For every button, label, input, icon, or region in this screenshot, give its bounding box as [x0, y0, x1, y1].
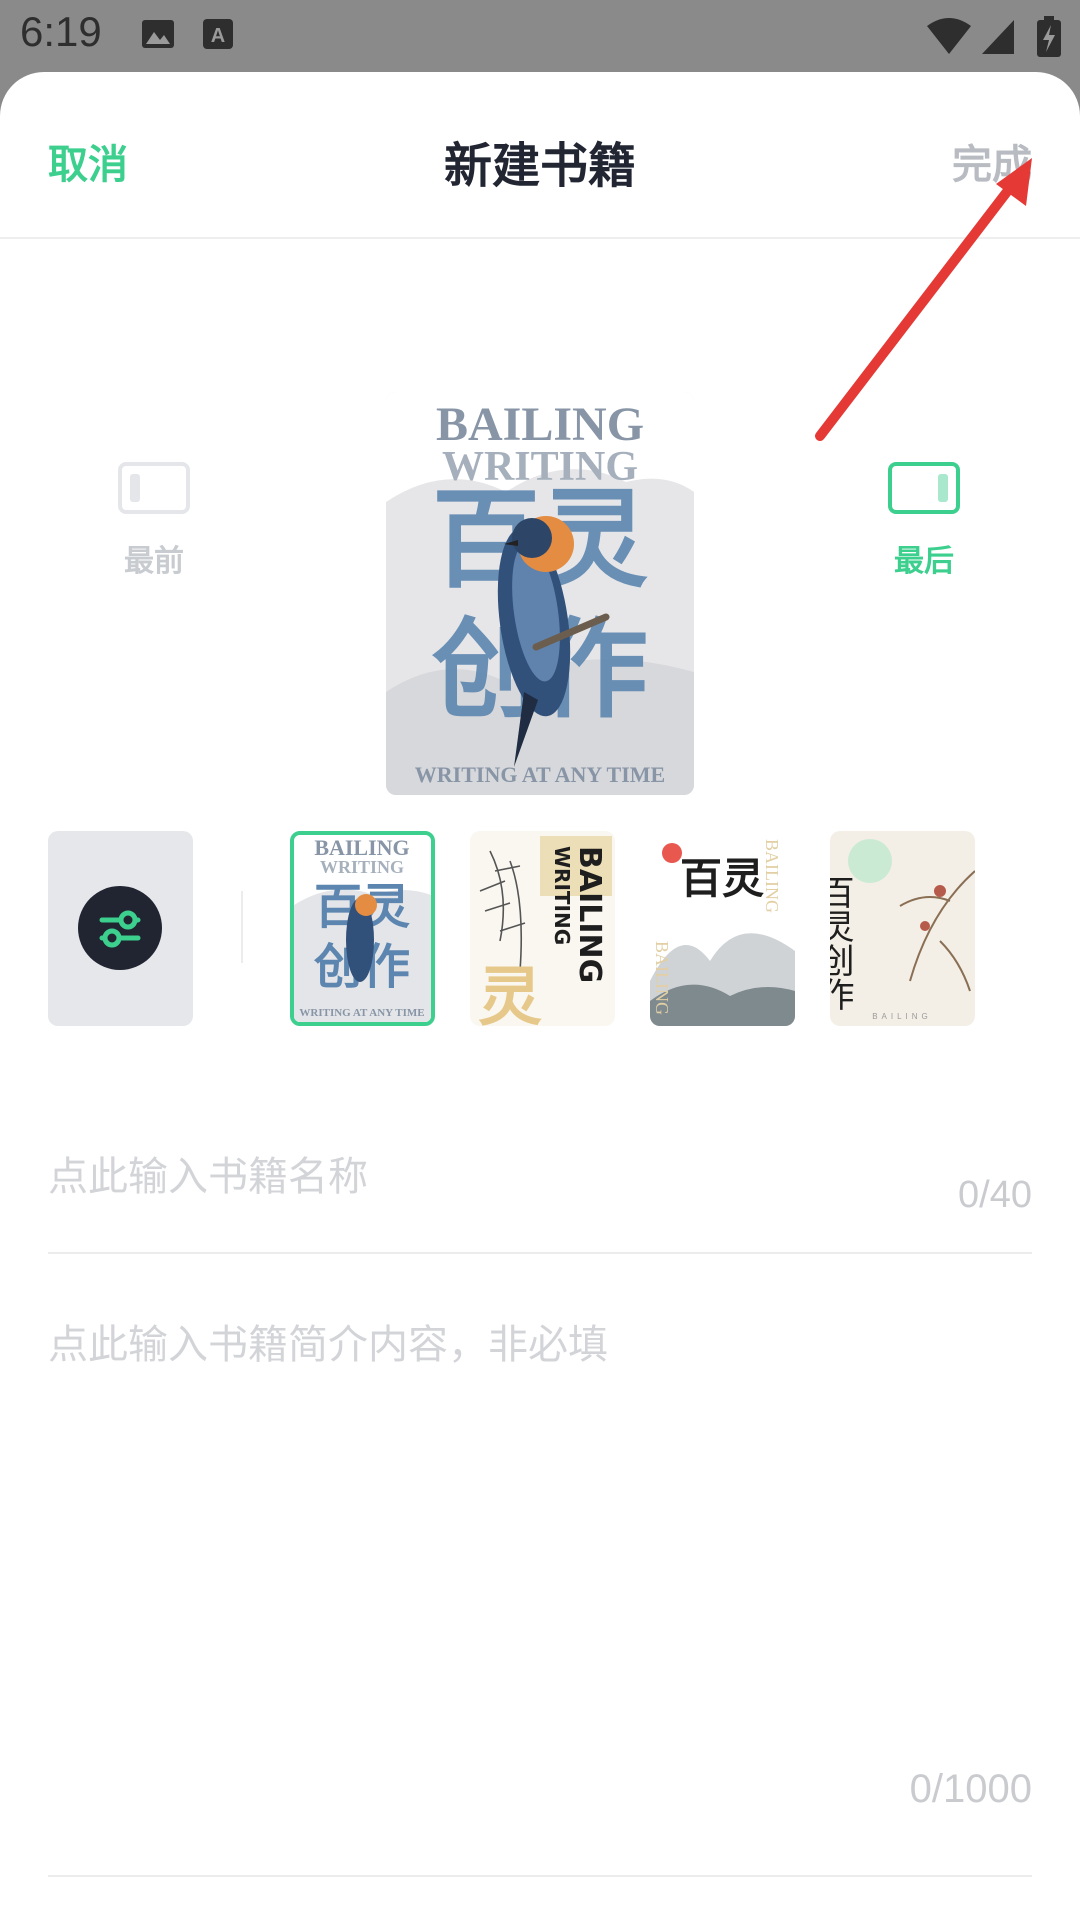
svg-text:BAILING: BAILING: [652, 941, 672, 1015]
svg-text:WRITING: WRITING: [550, 846, 574, 945]
svg-text:BAILING: BAILING: [872, 1012, 932, 1021]
wifi-icon: [927, 18, 971, 54]
book-name-input[interactable]: [48, 1132, 868, 1222]
cover-template-2[interactable]: BAILING WRITING 灵: [470, 831, 615, 1026]
svg-text:A: A: [211, 25, 225, 47]
svg-text:BAILING: BAILING: [762, 839, 782, 913]
image-notification-icon: [142, 20, 174, 48]
cover-template-3[interactable]: 百灵 BAILING BAILING: [650, 831, 795, 1026]
intro-divider: [48, 1875, 1032, 1877]
book-name-row: 0/40: [48, 1132, 1032, 1254]
book-intro-input[interactable]: [48, 1312, 1032, 1912]
cover-bottom-text: WRITING AT ANY TIME: [415, 762, 665, 787]
battery-icon: [1037, 16, 1061, 57]
sliders-icon: [78, 886, 162, 970]
thumb-divider: [241, 891, 243, 963]
svg-text:WRITING AT ANY TIME: WRITING AT ANY TIME: [299, 1007, 424, 1019]
move-first-icon: [118, 462, 190, 514]
cover-preview: BAILING WRITING 百灵 创作 WRITING AT ANY TIM…: [386, 392, 694, 795]
move-first-button[interactable]: 最前: [79, 462, 229, 580]
svg-text:百灵: 百灵: [680, 854, 764, 903]
cover-template-4[interactable]: 百灵创作 BAILING: [830, 831, 975, 1026]
cover-template-2-art: BAILING WRITING 灵: [470, 831, 615, 1026]
cover-template-4-art: 百灵创作 BAILING: [830, 831, 975, 1026]
svg-text:BAILING: BAILING: [572, 846, 607, 983]
book-name-counter: 0/40: [958, 1174, 1032, 1216]
font-notification-icon: A: [203, 19, 233, 49]
cover-template-row: BAILING WRITING 百灵 创作 WRITING AT ANY TIM…: [0, 831, 1080, 1026]
move-last-icon: [888, 462, 960, 514]
cover-settings-button[interactable]: [48, 831, 193, 1026]
svg-text:灵: 灵: [478, 960, 542, 1026]
svg-text:百灵创作: 百灵创作: [830, 875, 854, 1011]
status-time: 6:19: [20, 8, 102, 55]
annotation-arrow: [815, 158, 1032, 441]
move-last-label: 最后: [894, 544, 954, 579]
svg-text:WRITING: WRITING: [320, 857, 404, 877]
move-last-button[interactable]: 最后: [849, 462, 999, 580]
cover-preview-art: BAILING WRITING 百灵 创作 WRITING AT ANY TIM…: [386, 392, 694, 795]
signal-icon: [982, 20, 1014, 54]
cover-template-3-art: 百灵 BAILING BAILING: [650, 831, 795, 1026]
cover-template-1-art: BAILING WRITING 百灵 创作 WRITING AT ANY TIM…: [294, 835, 431, 1022]
status-bar: 6:19 A: [0, 0, 1080, 72]
move-first-label: 最前: [124, 544, 184, 579]
cover-template-1[interactable]: BAILING WRITING 百灵 创作 WRITING AT ANY TIM…: [290, 831, 435, 1026]
book-intro-counter: 0/1000: [909, 1767, 1032, 1811]
